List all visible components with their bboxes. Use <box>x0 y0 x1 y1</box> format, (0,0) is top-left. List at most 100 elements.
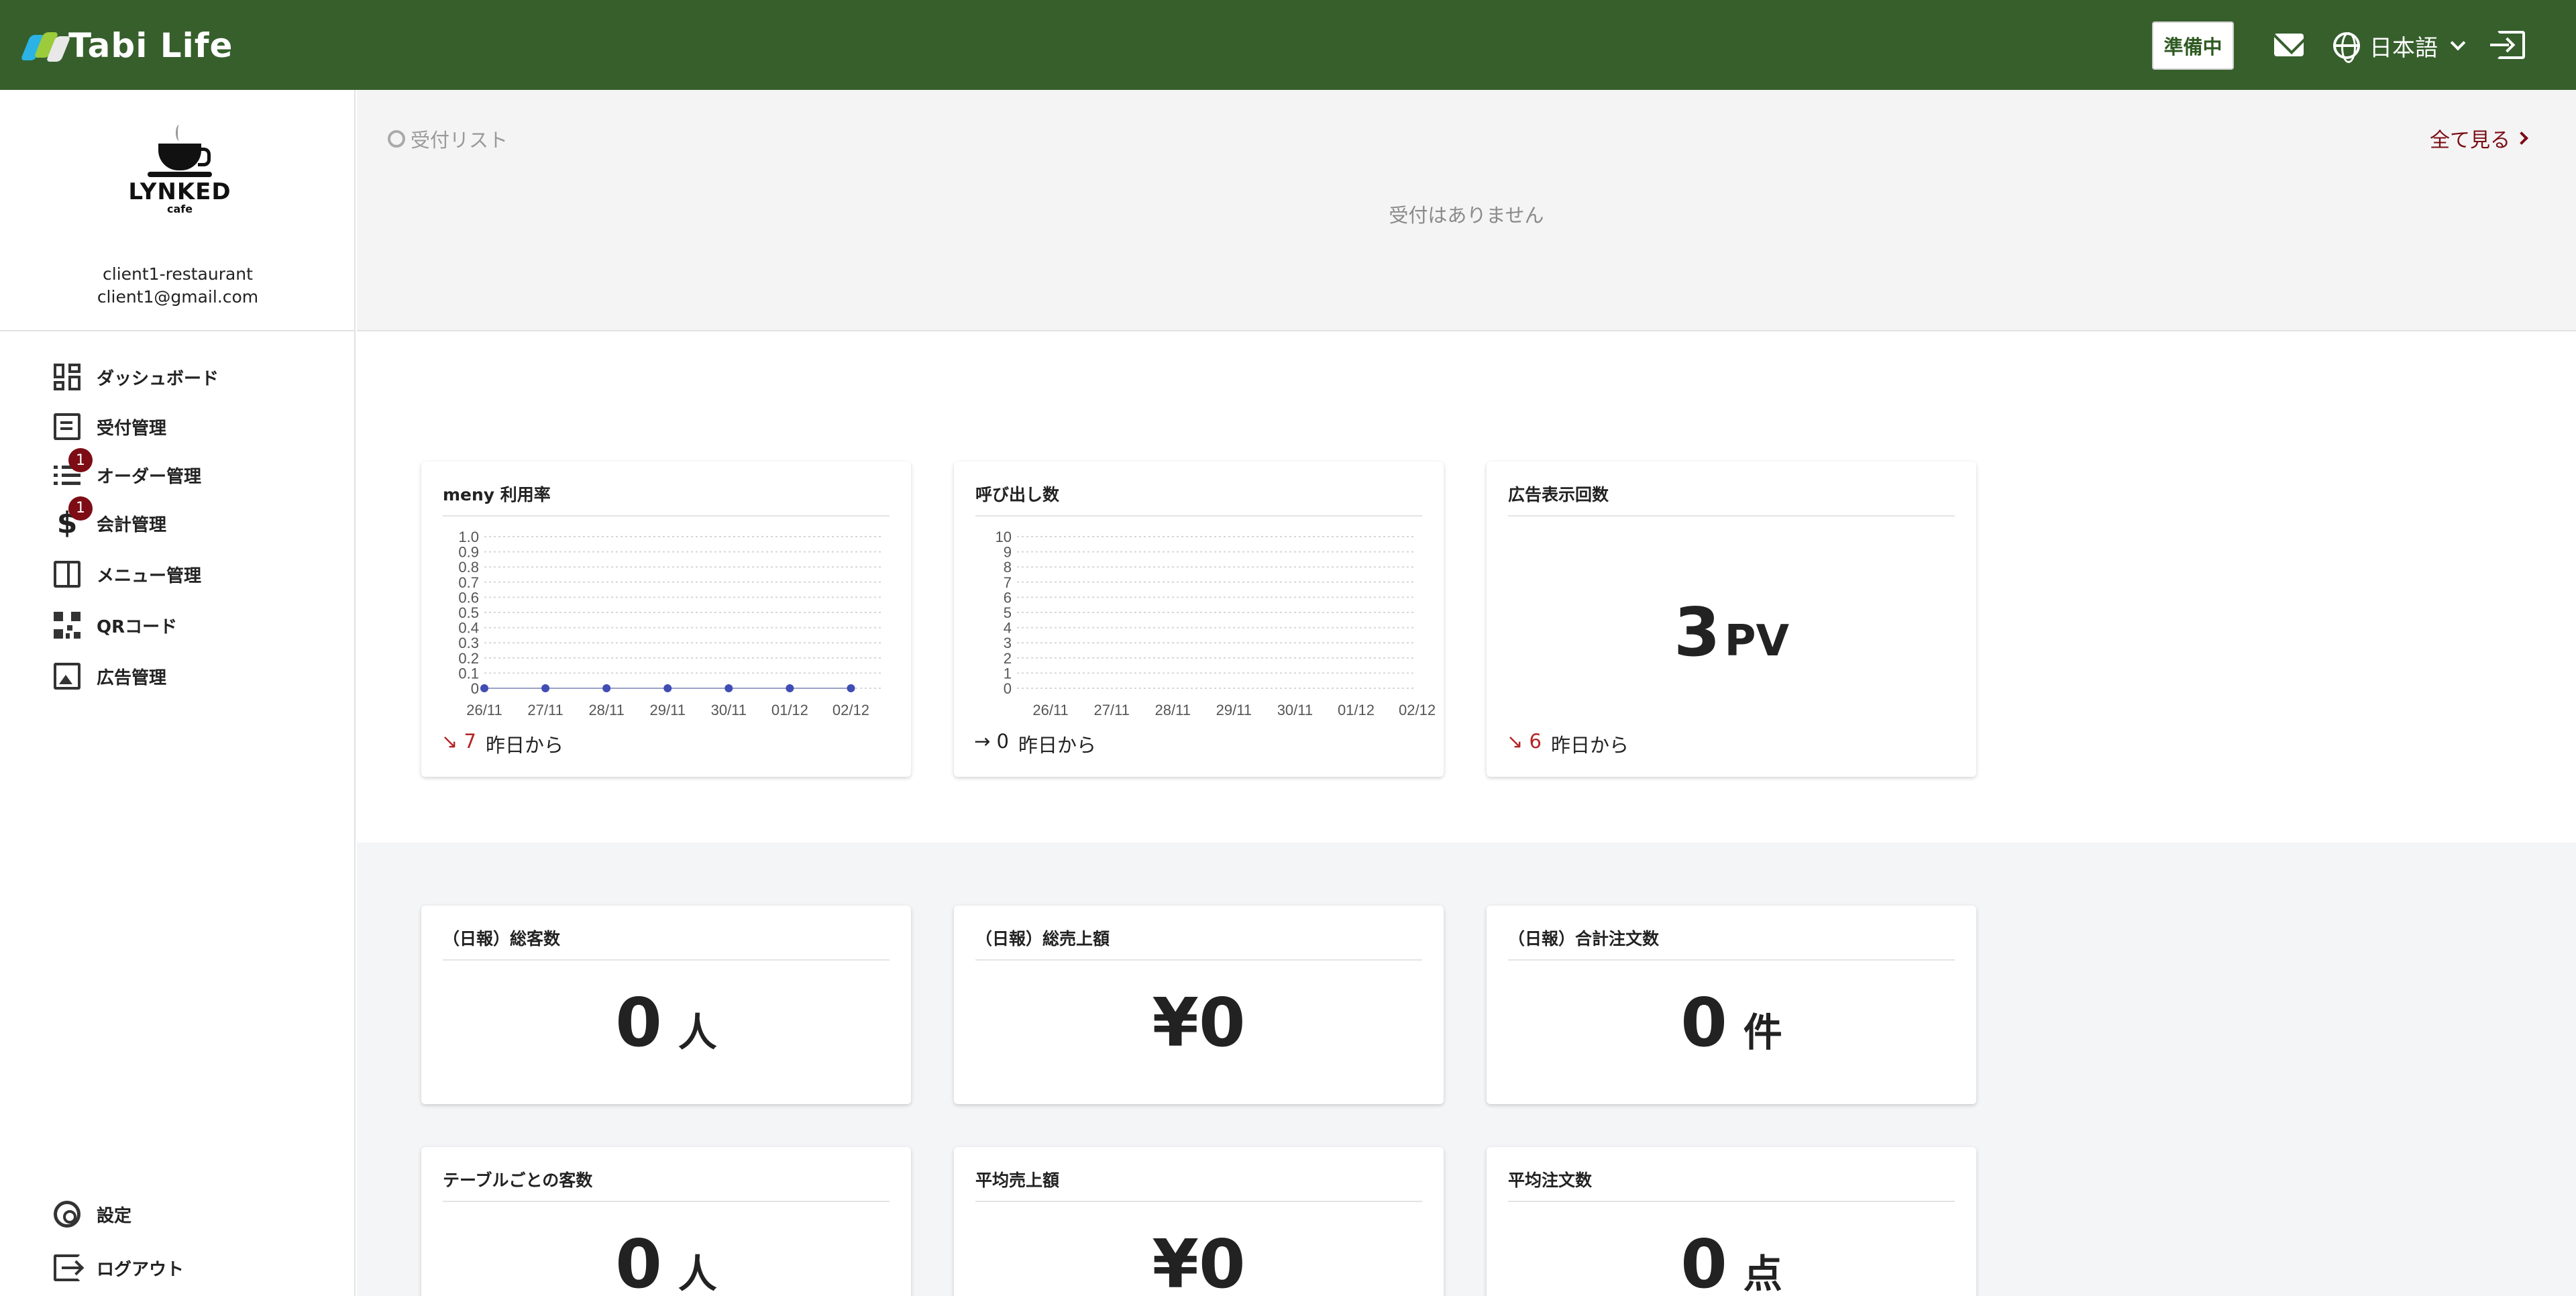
card-divider <box>975 515 1422 517</box>
sidebar-item-menu[interactable]: メニュー管理 <box>54 554 201 594</box>
y-tick-label: 9 <box>1004 544 1012 561</box>
status-button[interactable]: 準備中 <box>2152 21 2234 70</box>
sidebar-item-orders[interactable]: 1 オーダー管理 <box>54 448 201 495</box>
data-point <box>602 684 611 692</box>
sidebar-item-ads[interactable]: 広告管理 <box>54 656 166 696</box>
gear-icon <box>54 1201 80 1228</box>
mail-icon[interactable] <box>2274 34 2304 56</box>
card-delta: → 0 昨日から <box>974 730 1096 758</box>
qr-code-icon <box>54 612 80 639</box>
card-title: 広告表示回数 <box>1508 485 1609 504</box>
sidebar-item-label: 受付管理 <box>97 418 167 439</box>
delta-label: 昨日から <box>1550 734 1629 757</box>
y-tick-label: 7 <box>1004 574 1012 591</box>
x-tick-label: 27/11 <box>527 702 563 718</box>
y-tick-label: 0.2 <box>458 650 479 667</box>
delta-value: → 0 <box>974 730 1009 753</box>
daily-customers-card: （日報）総客数 0人 <box>421 906 911 1104</box>
logout-icon[interactable] <box>2490 31 2525 59</box>
y-tick-label: 6 <box>1004 589 1012 606</box>
language-selector[interactable]: 日本語 <box>2333 27 2466 64</box>
card-title: （日報）合計注文数 <box>1508 929 1660 949</box>
y-tick-label: 2 <box>1004 650 1012 667</box>
ad-views-card: 広告表示回数 3PV ↘ 6 昨日から <box>1487 462 1976 777</box>
sidebar-item-label: メニュー管理 <box>97 565 202 586</box>
value-number: 0 <box>1680 1225 1727 1296</box>
x-tick-label: 30/11 <box>1277 702 1313 718</box>
y-tick-label: 0.9 <box>458 544 479 561</box>
average-sales-card: 平均売上額 ¥0 <box>954 1147 1444 1296</box>
card-divider <box>443 515 890 517</box>
y-tick-label: 10 <box>996 529 1012 545</box>
average-orders-card: 平均注文数 0点 <box>1487 1147 1976 1296</box>
sidebar-item-settings[interactable]: 設定 <box>54 1194 131 1234</box>
delta-value: ↘ 7 <box>441 730 476 753</box>
x-tick-label: 27/11 <box>1093 702 1129 718</box>
sidebar-item-label: QRコード <box>97 616 178 637</box>
value-number: 0 <box>1680 983 1727 1062</box>
reception-list-panel: 受付リスト 全て見る 受付はありません <box>357 90 2576 331</box>
list-icon: 1 <box>54 448 93 488</box>
average-orders-value: 0点 <box>1487 1225 1976 1296</box>
per-table-customers-card: テーブルごとの客数 0人 <box>421 1147 911 1296</box>
y-tick-label: 4 <box>1004 620 1012 637</box>
sidebar-item-logout[interactable]: ログアウト <box>54 1248 184 1288</box>
dashboard-icon <box>54 364 80 390</box>
reception-icon <box>54 413 80 440</box>
data-point <box>724 684 733 692</box>
sidebar-item-label: 広告管理 <box>97 667 167 688</box>
value-number: 0 <box>615 1225 662 1296</box>
delta-label: 昨日から <box>1018 734 1096 757</box>
brand-logo: LYNKED cafe <box>125 123 235 215</box>
notification-badge: 1 <box>68 496 93 521</box>
see-all-link[interactable]: 全て見る <box>2430 123 2528 153</box>
sales-value: ¥0 <box>954 983 1444 1062</box>
alarm-icon <box>388 130 405 148</box>
card-title: 平均注文数 <box>1508 1171 1593 1190</box>
sidebar-item-qr-code[interactable]: QRコード <box>54 605 177 645</box>
reception-list-title: 受付リスト <box>388 125 508 153</box>
calls-card: 呼び出し数 0 1 2 3 4 5 6 7 8 9 10 26/11 27/11 28/11 29/11 30… <box>954 462 1444 777</box>
card-divider <box>1508 1201 1955 1202</box>
chevron-down-icon <box>2450 35 2466 51</box>
x-tick-label: 28/11 <box>588 702 624 718</box>
globe-icon <box>2333 32 2360 63</box>
meny-rate-chart: 00.10.20.30.40.50.60.70.80.91.0 26/11 27/1… <box>458 529 881 718</box>
card-divider <box>1508 515 1955 517</box>
y-tick-label: 0.4 <box>458 620 479 637</box>
x-tick-label: 02/12 <box>833 702 869 718</box>
y-tick-label: 3 <box>1004 635 1012 651</box>
data-point <box>663 684 672 692</box>
value-number: 3 <box>1673 593 1721 671</box>
sidebar-item-reception[interactable]: 受付管理 <box>54 407 166 447</box>
top-app-bar: Tabi Life 準備中 日本語 <box>0 0 2576 90</box>
meny-rate-card: meny 利用率 0 0.1 0.2 0.3 0.4 0.5 0.6 0.7 0.8 0.9 1.0… <box>421 462 911 777</box>
card-divider <box>443 1201 890 1202</box>
value-unit: PV <box>1724 616 1790 666</box>
sidebar-item-accounting[interactable]: $ 1 会計管理 <box>54 496 166 543</box>
x-tick-label: 28/11 <box>1155 702 1191 718</box>
reception-list-label: 受付リスト <box>411 129 508 152</box>
sidebar: LYNKED cafe client1-restaurant client1@g… <box>0 90 356 1296</box>
y-tick-label: 5 <box>1004 604 1012 621</box>
notification-badge: 1 <box>68 448 93 472</box>
brand-name: LYNKED <box>128 178 231 205</box>
y-tick-label: 1 <box>1004 665 1012 682</box>
sidebar-item-dashboard[interactable]: ダッシュボード <box>54 357 219 397</box>
ad-image-icon <box>54 663 80 690</box>
value-unit: 点 <box>1743 1251 1782 1296</box>
y-tick-label: 1.0 <box>458 529 479 545</box>
x-tick-label: 30/11 <box>711 702 747 718</box>
value-number: 0 <box>615 983 662 1062</box>
card-delta: ↘ 7 昨日から <box>441 730 564 758</box>
card-delta: ↘ 6 昨日から <box>1507 730 1629 758</box>
client-name: client1-restaurant <box>103 264 253 284</box>
data-point <box>786 684 794 692</box>
delta-label: 昨日から <box>485 734 564 757</box>
card-title: 呼び出し数 <box>975 485 1060 504</box>
card-title: 平均売上額 <box>975 1171 1060 1190</box>
y-tick-label: 0 <box>1004 680 1012 697</box>
x-tick-label: 29/11 <box>650 702 686 718</box>
x-tick-label: 29/11 <box>1216 702 1252 718</box>
app-logo[interactable]: Tabi Life <box>20 26 233 65</box>
